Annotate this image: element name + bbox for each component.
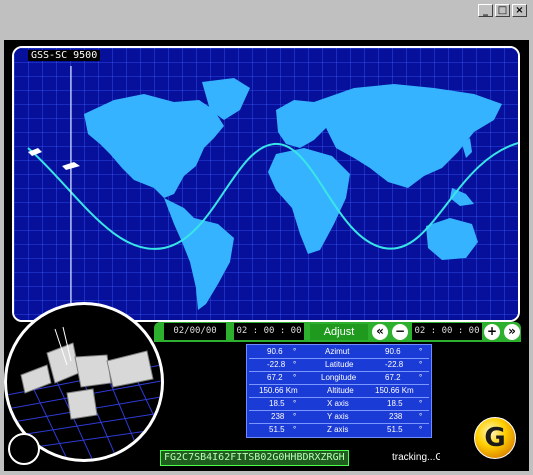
unit-left: °: [293, 399, 297, 408]
telemetry-row: 67.2 ° Longitude 67.2 °: [247, 372, 431, 384]
telemetry-row: 150.66 Km Altitude 150.66 Km: [247, 385, 431, 397]
telemetry-row: 18.5 ° X axis 18.5 °: [247, 398, 431, 410]
tracker-panel: GSS-SC 9500 02/00/00 02 : 00 : 00 Adjust…: [4, 40, 529, 471]
value-left: 150.66 Km: [259, 386, 298, 395]
value-right: 18.5: [387, 399, 403, 408]
maximize-button[interactable]: □: [495, 4, 510, 17]
unit-left: °: [293, 360, 297, 369]
value-right: 90.6: [385, 347, 401, 356]
telemetry-row: -22.8 ° Latitude -22.8 °: [247, 359, 431, 371]
unit-right: °: [419, 347, 423, 356]
label: X axis: [327, 399, 349, 408]
label: Azimut: [325, 347, 350, 356]
value-right: 238: [389, 412, 403, 421]
value-right: -22.8: [385, 360, 404, 369]
window-controls: _ □ ×: [478, 4, 527, 17]
minus-icon[interactable]: −: [392, 324, 408, 340]
map-title: GSS-SC 9500: [28, 50, 101, 61]
value-left: 238: [271, 412, 285, 421]
status-code: FG2C7SB4I62FITSB02G0HHBDRXZRGH: [160, 450, 349, 466]
unit-right: °: [419, 399, 423, 408]
unit-left: °: [293, 347, 297, 356]
map-graphic: [14, 48, 518, 320]
value-left: 18.5: [269, 399, 285, 408]
unit-left: °: [293, 425, 297, 434]
adjust-button[interactable]: Adjust: [310, 324, 368, 340]
unit-right: °: [419, 425, 423, 434]
unit-right: °: [419, 412, 423, 421]
unit-right: °: [419, 373, 423, 382]
unit-left: °: [293, 412, 297, 421]
telemetry-table: 90.6 ° Azimut 90.6 ° -22.8 ° Latitude -2…: [246, 344, 432, 438]
date-field[interactable]: 02/00/00: [164, 323, 226, 340]
time-controls: 02/00/00 02 : 00 : 00 Adjust « − 02 : 00…: [154, 322, 521, 342]
value-right: 67.2: [385, 373, 401, 382]
label: Latitude: [325, 360, 354, 369]
value-left: -22.8: [267, 360, 286, 369]
value-right: 150.66 Km: [375, 386, 414, 395]
indicator-circle: [8, 433, 40, 465]
status-bar: FG2C7SB4I62FITSB02G0HHBDRXZRGH tracking.…: [160, 450, 440, 466]
label: Altitude: [327, 386, 354, 395]
unit-left: °: [293, 373, 297, 382]
value-left: 67.2: [267, 373, 283, 382]
label: Z axis: [327, 425, 349, 434]
unit-right: °: [419, 360, 423, 369]
value-left: 51.5: [269, 425, 285, 434]
time-end-field[interactable]: 02 : 00 : 00: [412, 323, 482, 340]
minimize-button[interactable]: _: [478, 4, 493, 17]
telemetry-row: 90.6 ° Azimut 90.6 °: [247, 346, 431, 358]
world-map[interactable]: GSS-SC 9500: [12, 46, 520, 322]
g-logo: G: [474, 417, 516, 459]
tracking-text: tracking...GSS-R: [392, 452, 440, 463]
label: Y axis: [327, 412, 349, 421]
application-window: _ □ × GSS-SC 9500 02/00/00 02: 00: 00 …: [0, 0, 533, 475]
telemetry-row: 51.5 ° Z axis 51.5 °: [247, 424, 431, 436]
telemetry-row: 238 ° Y axis 238 °: [247, 411, 431, 423]
value-right: 51.5: [387, 425, 403, 434]
close-button[interactable]: ×: [512, 4, 527, 17]
rewind-icon[interactable]: «: [372, 324, 388, 340]
forward-icon[interactable]: »: [504, 324, 520, 340]
plus-icon[interactable]: +: [484, 324, 500, 340]
value-left: 90.6: [267, 347, 283, 356]
label: Longitude: [321, 373, 357, 382]
time-start-field[interactable]: 02 : 00 : 00: [234, 323, 304, 340]
